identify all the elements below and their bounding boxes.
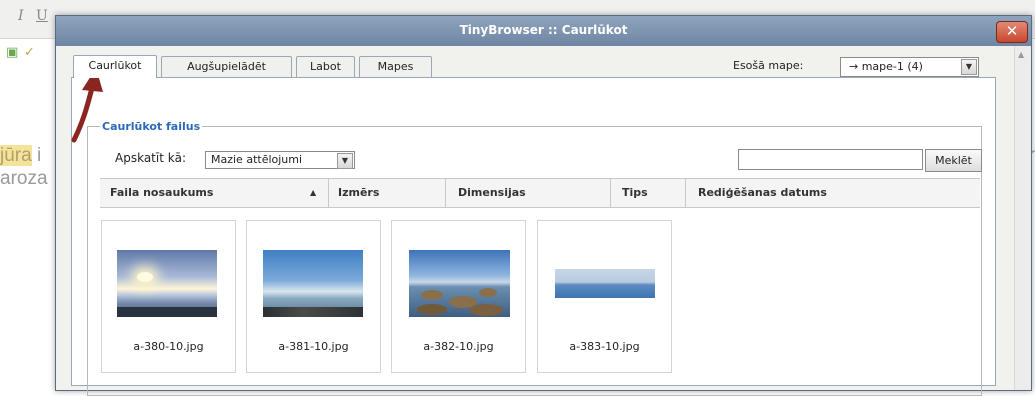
tab-browse[interactable]: Caurlūkot — [73, 55, 157, 78]
